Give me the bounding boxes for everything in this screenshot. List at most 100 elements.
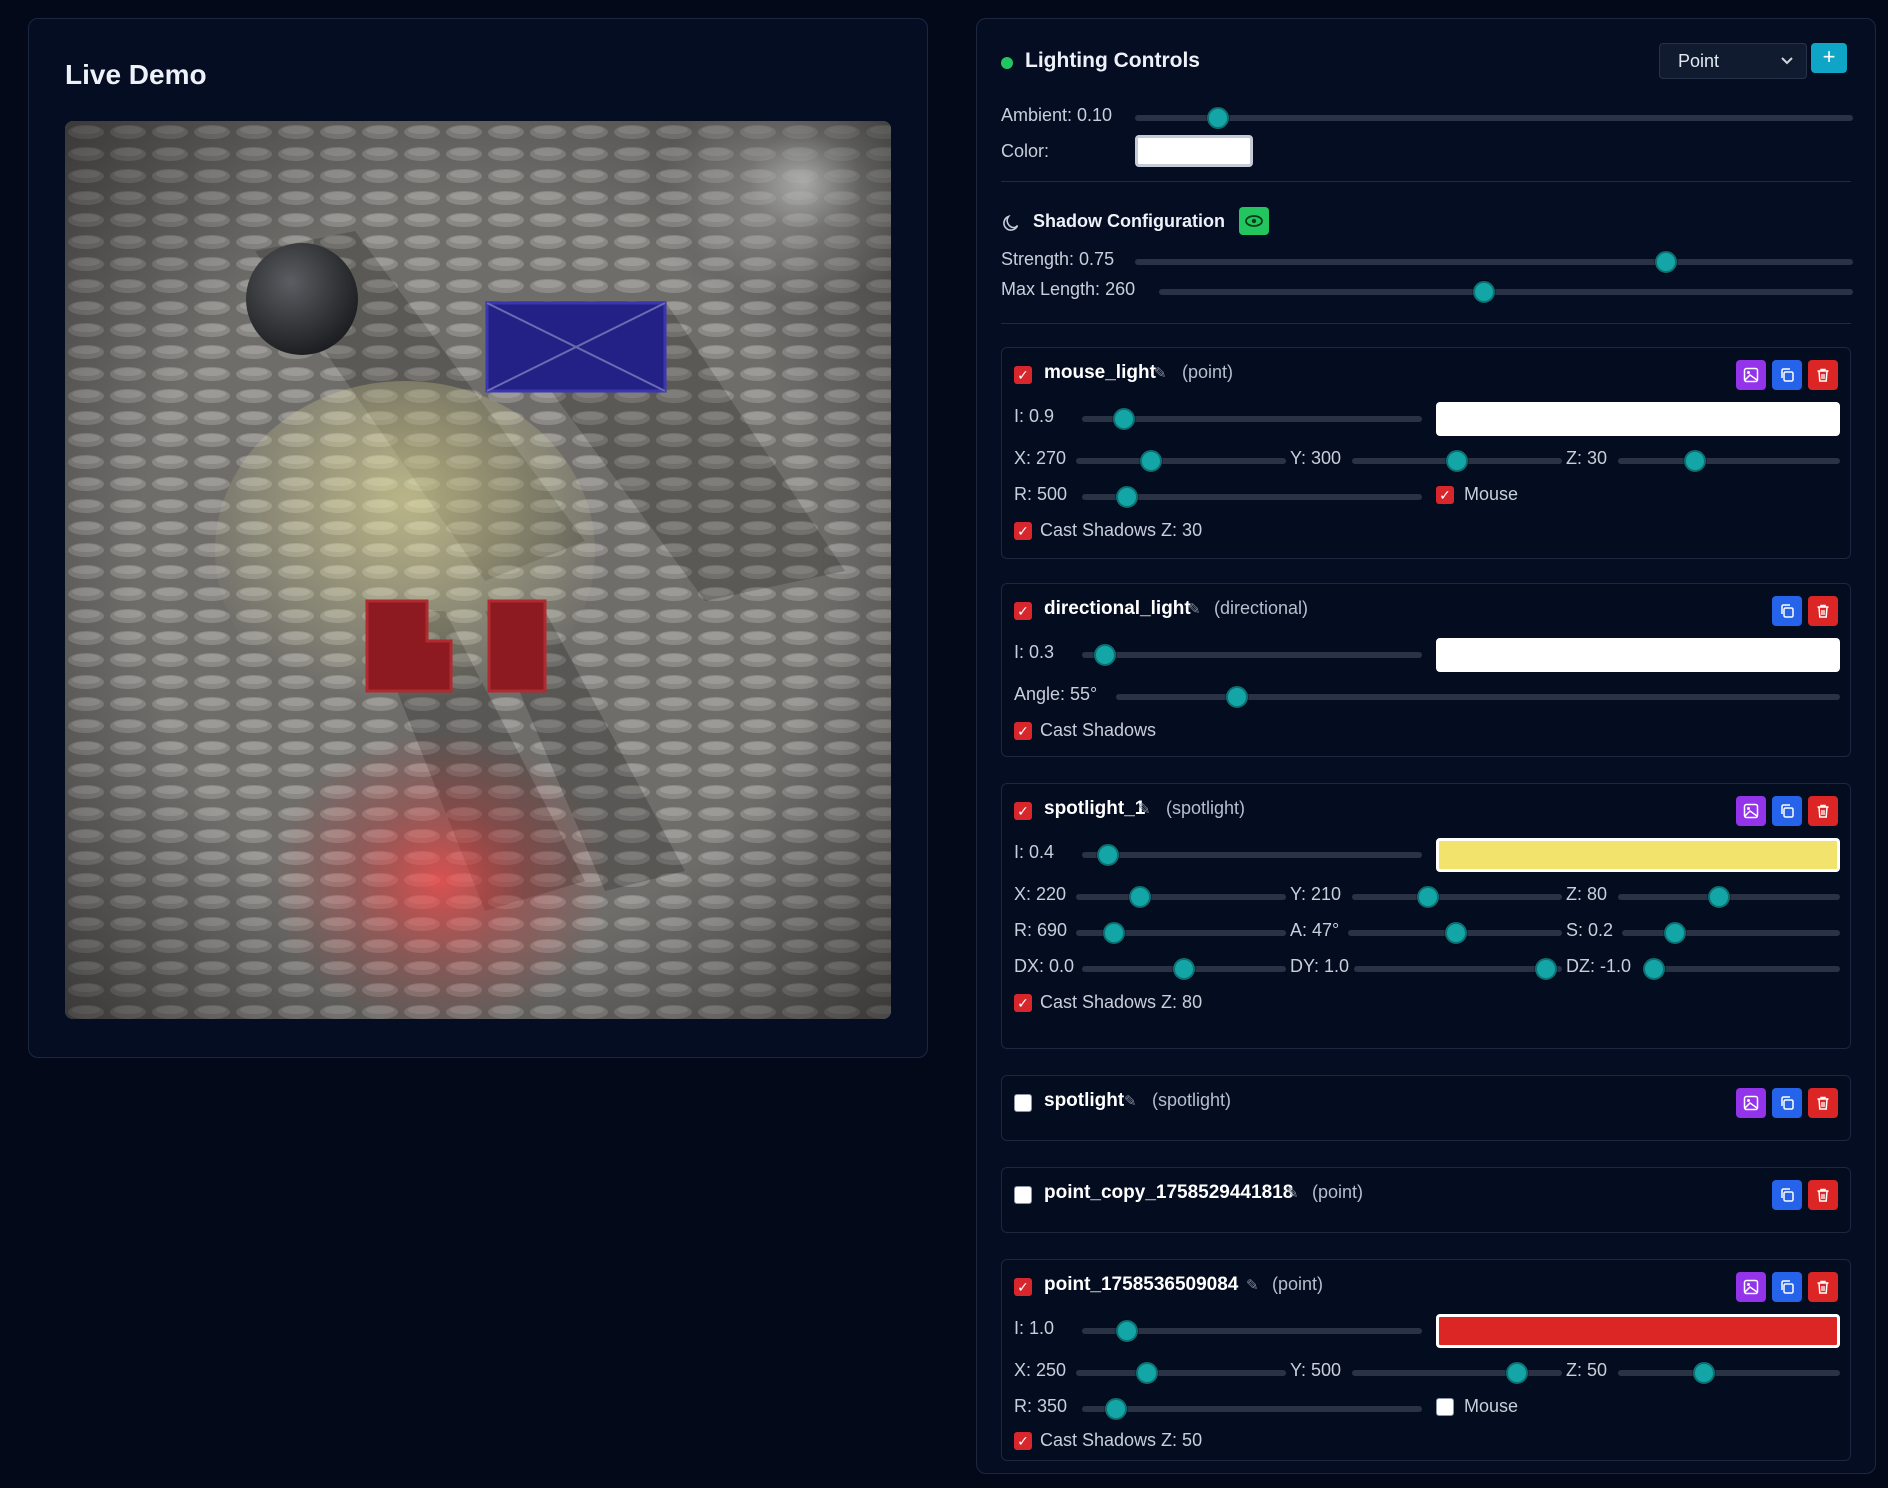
- mouse-follow-checkbox[interactable]: [1436, 1398, 1454, 1416]
- radius-thumb[interactable]: [1105, 1398, 1127, 1420]
- dz-thumb[interactable]: [1643, 958, 1665, 980]
- radius-thumb[interactable]: [1103, 922, 1125, 944]
- image-icon[interactable]: [1736, 1088, 1766, 1118]
- light-enabled-checkbox[interactable]: ✓: [1014, 602, 1032, 620]
- light-enabled-checkbox[interactable]: ✓: [1014, 366, 1032, 384]
- light-color-picker[interactable]: [1436, 1314, 1840, 1348]
- intensity-slider[interactable]: [1082, 1320, 1422, 1342]
- intensity-thumb[interactable]: [1094, 644, 1116, 666]
- light-card-spotlight: spotlight ✎ (spotlight): [1001, 1075, 1851, 1141]
- cast-shadows-label: Cast Shadows Z: 30: [1040, 520, 1203, 540]
- light-color-picker[interactable]: [1436, 838, 1840, 872]
- softness-thumb[interactable]: [1664, 922, 1686, 944]
- intensity-slider[interactable]: [1082, 844, 1422, 866]
- x-thumb[interactable]: [1140, 450, 1162, 472]
- add-light-button[interactable]: +: [1811, 43, 1847, 73]
- radius-slider[interactable]: [1082, 1398, 1422, 1420]
- dy-thumb[interactable]: [1535, 958, 1557, 980]
- trash-icon[interactable]: [1808, 796, 1838, 826]
- copy-icon[interactable]: [1772, 596, 1802, 626]
- pencil-icon[interactable]: ✎: [1246, 1276, 1259, 1294]
- cast-shadows-checkbox[interactable]: ✓: [1014, 1432, 1032, 1450]
- dx-thumb[interactable]: [1173, 958, 1195, 980]
- pencil-icon[interactable]: ✎: [1138, 800, 1151, 818]
- y-slider[interactable]: [1352, 886, 1562, 908]
- copy-icon[interactable]: [1772, 360, 1802, 390]
- light-enabled-checkbox[interactable]: [1014, 1186, 1032, 1204]
- pencil-icon[interactable]: ✎: [1188, 600, 1201, 618]
- ambient-slider[interactable]: [1135, 107, 1853, 129]
- y-slider[interactable]: [1352, 450, 1562, 472]
- trash-icon[interactable]: [1808, 1272, 1838, 1302]
- copy-icon[interactable]: [1772, 796, 1802, 826]
- light-enabled-checkbox[interactable]: [1014, 1094, 1032, 1112]
- light-type-select[interactable]: Point: [1659, 43, 1807, 79]
- dx-slider[interactable]: [1082, 958, 1286, 980]
- copy-icon[interactable]: [1772, 1088, 1802, 1118]
- light-enabled-checkbox[interactable]: ✓: [1014, 802, 1032, 820]
- x-thumb[interactable]: [1129, 886, 1151, 908]
- trash-icon[interactable]: [1808, 1180, 1838, 1210]
- lighting-canvas[interactable]: [65, 121, 891, 1019]
- image-icon[interactable]: [1736, 1272, 1766, 1302]
- intensity-slider[interactable]: [1082, 408, 1422, 430]
- shadow-max-length-slider[interactable]: [1159, 281, 1853, 303]
- y-slider[interactable]: [1352, 1362, 1562, 1384]
- softness-slider[interactable]: [1622, 922, 1840, 944]
- z-slider[interactable]: [1618, 886, 1840, 908]
- image-icon[interactable]: [1736, 360, 1766, 390]
- light-type: (point): [1312, 1182, 1364, 1202]
- dy-slider[interactable]: [1354, 958, 1562, 980]
- x-slider[interactable]: [1076, 1362, 1286, 1384]
- shadow-max-length-thumb[interactable]: [1473, 281, 1495, 303]
- dz-slider[interactable]: [1643, 958, 1840, 980]
- image-icon[interactable]: [1736, 796, 1766, 826]
- x-slider[interactable]: [1076, 450, 1286, 472]
- trash-icon[interactable]: [1808, 596, 1838, 626]
- light-color-picker[interactable]: [1436, 638, 1840, 672]
- trash-icon[interactable]: [1808, 1088, 1838, 1118]
- copy-icon[interactable]: [1772, 1180, 1802, 1210]
- x-thumb[interactable]: [1136, 1362, 1158, 1384]
- intensity-thumb[interactable]: [1113, 408, 1135, 430]
- x-slider[interactable]: [1076, 886, 1286, 908]
- angle-slider[interactable]: [1348, 922, 1562, 944]
- mouse-follow-checkbox[interactable]: ✓: [1436, 486, 1454, 504]
- shadow-strength-thumb[interactable]: [1655, 251, 1677, 273]
- intensity-thumb[interactable]: [1116, 1320, 1138, 1342]
- pencil-icon[interactable]: ✎: [1124, 1092, 1137, 1110]
- radius-slider[interactable]: [1076, 922, 1286, 944]
- z-thumb[interactable]: [1708, 886, 1730, 908]
- angle-thumb[interactable]: [1226, 686, 1248, 708]
- angle-thumb[interactable]: [1445, 922, 1467, 944]
- trash-icon[interactable]: [1808, 360, 1838, 390]
- cast-shadows-checkbox[interactable]: ✓: [1014, 994, 1032, 1012]
- z-slider[interactable]: [1618, 1362, 1840, 1384]
- y-thumb[interactable]: [1417, 886, 1439, 908]
- ambient-color-picker[interactable]: [1135, 135, 1253, 167]
- z-slider[interactable]: [1618, 450, 1840, 472]
- radius-thumb[interactable]: [1116, 486, 1138, 508]
- z-thumb[interactable]: [1684, 450, 1706, 472]
- ambient-slider-thumb[interactable]: [1207, 107, 1229, 129]
- intensity-thumb[interactable]: [1097, 844, 1119, 866]
- intensity-slider[interactable]: [1082, 644, 1422, 666]
- pencil-icon[interactable]: ✎: [1154, 364, 1167, 382]
- y-thumb[interactable]: [1506, 1362, 1528, 1384]
- light-color-picker[interactable]: [1436, 402, 1840, 436]
- pencil-icon[interactable]: ✎: [1286, 1184, 1299, 1202]
- angle-slider[interactable]: [1116, 686, 1840, 708]
- copy-icon[interactable]: [1772, 1272, 1802, 1302]
- cast-shadows-label: Cast Shadows: [1040, 720, 1157, 740]
- z-label: Z: 80: [1566, 884, 1608, 904]
- z-thumb[interactable]: [1693, 1362, 1715, 1384]
- y-thumb[interactable]: [1446, 450, 1468, 472]
- cast-shadows-checkbox[interactable]: ✓: [1014, 522, 1032, 540]
- shadow-visibility-toggle[interactable]: [1239, 207, 1269, 235]
- shadow-strength-slider[interactable]: [1135, 251, 1853, 273]
- light-type: (point): [1182, 362, 1234, 382]
- radius-slider[interactable]: [1082, 486, 1422, 508]
- light-enabled-checkbox[interactable]: ✓: [1014, 1278, 1032, 1296]
- dz-label: DZ: -1.0: [1566, 956, 1632, 976]
- cast-shadows-checkbox[interactable]: ✓: [1014, 722, 1032, 740]
